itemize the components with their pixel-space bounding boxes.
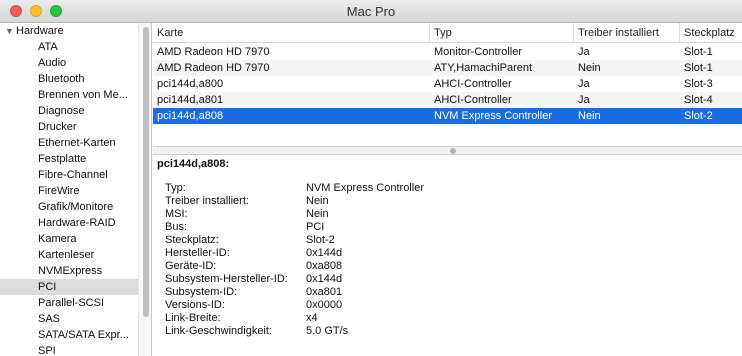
cell-card: pci144d,a801	[157, 94, 224, 106]
cell-slot: Slot-4	[684, 94, 713, 106]
sidebar-item-fibre-channel[interactable]: Fibre-Channel	[0, 167, 138, 183]
detail-field-value: NVM Express Controller	[306, 182, 424, 194]
cell-card: pci144d,a800	[157, 78, 224, 90]
detail-field-label: Link-Geschwindigkeit:	[165, 325, 272, 337]
sidebar-item-graphics-displays[interactable]: Grafik/Monitore	[0, 199, 138, 215]
sidebar-item-nvmexpress[interactable]: NVMExpress	[0, 263, 138, 279]
disclosure-triangle-icon[interactable]: ▼	[5, 23, 14, 39]
sidebar-item-audio[interactable]: Audio	[0, 55, 138, 71]
detail-field-value: Nein	[306, 208, 329, 220]
cell-driver-installed: Nein	[578, 110, 601, 122]
table-row[interactable]: AMD Radeon HD 7970 Monitor-Controller Ja…	[153, 44, 742, 60]
sidebar-scrollbar-thumb[interactable]	[143, 27, 149, 317]
sidebar-group-hardware[interactable]: ▼ Hardware	[0, 23, 138, 39]
cell-slot: Slot-1	[684, 46, 713, 58]
detail-field-value: PCI	[306, 221, 325, 233]
pane-splitter[interactable]	[153, 146, 742, 155]
cell-slot: Slot-1	[684, 62, 713, 74]
sidebar-item-card-reader[interactable]: Kartenleser	[0, 247, 138, 263]
sidebar-item-ata[interactable]: ATA	[0, 39, 138, 55]
cell-slot: Slot-2	[684, 110, 713, 122]
detail-field-value: 0xa808	[306, 260, 343, 272]
detail-field-label: Versions-ID:	[165, 299, 225, 311]
sidebar-scrollbar[interactable]	[138, 23, 152, 356]
column-header-driver-installed[interactable]: Treiber installiert	[574, 23, 680, 43]
table-header: Karte Typ Treiber installiert Steckplatz	[153, 23, 742, 43]
detail-field-value: 0x144d	[306, 247, 343, 259]
table-row[interactable]: AMD Radeon HD 7970 ATY,HamachiParent Nei…	[153, 60, 742, 76]
detail-field-label: Typ:	[165, 182, 186, 194]
column-header-slot[interactable]: Steckplatz	[680, 23, 742, 43]
detail-pane: pci144d,a808: Typ: NVM Express Controlle…	[153, 155, 742, 356]
cell-card: pci144d,a808	[157, 110, 224, 122]
cell-card: AMD Radeon HD 7970	[157, 62, 270, 74]
cell-type: ATY,HamachiParent	[434, 62, 533, 74]
cell-driver-installed: Ja	[578, 46, 590, 58]
detail-field-value: x4	[306, 312, 318, 324]
title-bar: Mac Pro	[0, 0, 742, 23]
column-header-card[interactable]: Karte	[153, 23, 430, 43]
system-information-window: Mac Pro ▼ Hardware ATA Audio Bluetooth B…	[0, 0, 742, 356]
sidebar-item-camera[interactable]: Kamera	[0, 231, 138, 247]
sidebar-item-storage-disk[interactable]: Festplatte	[0, 151, 138, 167]
sidebar-item-parallel-scsi[interactable]: Parallel-SCSI	[0, 295, 138, 311]
detail-field-label: Link-Breite:	[165, 312, 221, 324]
sidebar-item-sas[interactable]: SAS	[0, 311, 138, 327]
sidebar-item-ethernet-cards[interactable]: Ethernet-Karten	[0, 135, 138, 151]
table-row[interactable]: pci144d,a800 AHCI-Controller Ja Slot-3	[153, 76, 742, 92]
sidebar-item-printers[interactable]: Drucker	[0, 119, 138, 135]
detail-field-value: Slot-2	[306, 234, 335, 246]
detail-field-label: Hersteller-ID:	[165, 247, 230, 259]
cell-type: Monitor-Controller	[434, 46, 523, 58]
column-header-label: Steckplatz	[684, 27, 735, 39]
detail-field-label: MSI:	[165, 208, 188, 220]
detail-field-label: Geräte-ID:	[165, 260, 217, 272]
detail-field-label: Treiber installiert:	[165, 195, 249, 207]
detail-field-label: Subsystem-ID:	[165, 286, 238, 298]
splitter-grip-icon[interactable]	[450, 148, 456, 154]
column-header-label: Karte	[157, 27, 184, 39]
sidebar-item-sata[interactable]: SATA/SATA Expr...	[0, 327, 138, 343]
window-title: Mac Pro	[346, 4, 396, 19]
sidebar-item-firewire[interactable]: FireWire	[0, 183, 138, 199]
cell-type: NVM Express Controller	[434, 110, 552, 122]
sidebar-item-bluetooth[interactable]: Bluetooth	[0, 71, 138, 87]
sidebar-item-disc-burning[interactable]: Brennen von Me...	[0, 87, 138, 103]
sidebar-group-label: Hardware	[16, 25, 64, 37]
detail-field-label: Bus:	[165, 221, 188, 233]
column-header-type[interactable]: Typ	[430, 23, 574, 43]
sidebar-item-spi[interactable]: SPI	[0, 343, 138, 356]
table-row[interactable]: pci144d,a801 AHCI-Controller Ja Slot-4	[153, 92, 742, 108]
cell-driver-installed: Ja	[578, 78, 590, 90]
detail-title: pci144d,a808:	[157, 158, 230, 170]
detail-field-label: Subsystem-Hersteller-ID:	[165, 273, 288, 285]
content-pane: Karte Typ Treiber installiert Steckplatz…	[153, 23, 742, 356]
sidebar-item-diagnostics[interactable]: Diagnose	[0, 103, 138, 119]
sidebar-item-pci[interactable]: PCI	[0, 279, 138, 295]
cell-type: AHCI-Controller	[434, 78, 512, 90]
cell-driver-installed: Ja	[578, 94, 590, 106]
detail-field-value: 0xa801	[306, 286, 343, 298]
cell-card: AMD Radeon HD 7970	[157, 46, 270, 58]
detail-field-value: 0x144d	[306, 273, 343, 285]
table-row-selected[interactable]: pci144d,a808 NVM Express Controller Nein…	[153, 108, 742, 124]
detail-field-label: Steckplatz:	[165, 234, 219, 246]
sidebar: ▼ Hardware ATA Audio Bluetooth Brennen v…	[0, 23, 138, 356]
cell-type: AHCI-Controller	[434, 94, 512, 106]
column-header-label: Treiber installiert	[578, 27, 659, 39]
cell-slot: Slot-3	[684, 78, 713, 90]
detail-field-value: 0x0000	[306, 299, 343, 311]
sidebar-item-hardware-raid[interactable]: Hardware-RAID	[0, 215, 138, 231]
detail-field-value: Nein	[306, 195, 329, 207]
cell-driver-installed: Nein	[578, 62, 601, 74]
column-header-label: Typ	[434, 27, 452, 39]
detail-field-value: 5.0 GT/s	[306, 325, 349, 337]
